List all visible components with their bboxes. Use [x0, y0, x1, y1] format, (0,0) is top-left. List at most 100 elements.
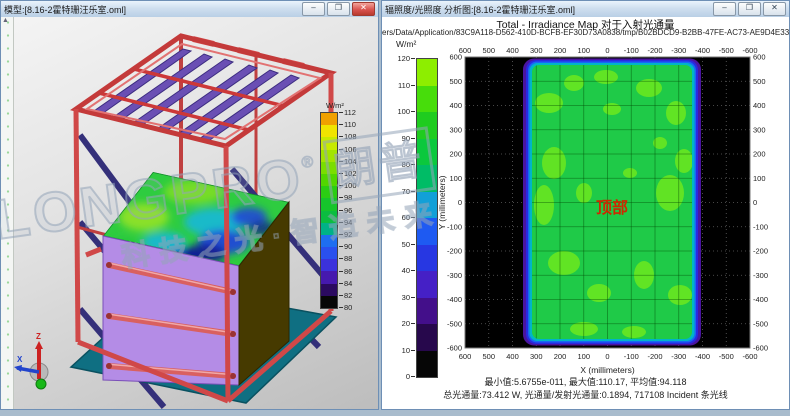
x-tick-top: -400	[695, 46, 710, 55]
y-tick-left: -600	[447, 344, 462, 353]
colorbar-tick	[339, 185, 343, 186]
y-tick-right: -200	[753, 247, 768, 256]
collapse-arrow-icon[interactable]: ▲	[2, 17, 9, 24]
colorbar-tick-label: 80	[344, 303, 352, 312]
colorbar-tick-label: 110	[344, 120, 356, 129]
colorbar-tick	[411, 297, 415, 298]
x-tick-bottom: -500	[719, 352, 734, 361]
colorbar-tick	[411, 85, 415, 86]
colorbar-tick	[339, 258, 343, 259]
x-tick-top: -300	[671, 46, 686, 55]
map-window-content: Total - Irradiance Map 对于入射光通量 ers/Data/…	[382, 17, 789, 409]
bright-patch	[546, 99, 562, 111]
bright-patch	[668, 285, 692, 305]
y-tick-right: 400	[753, 101, 766, 110]
y-axis-title: Y (millimeters)	[437, 175, 447, 229]
colorbar-tick-label: 84	[344, 279, 352, 288]
colorbar-segment	[321, 150, 337, 162]
x-tick-bottom: 200	[554, 352, 567, 361]
y-tick-right: 200	[753, 150, 766, 159]
y-tick-left: 100	[449, 174, 462, 183]
y-tick-left: 0	[458, 198, 462, 207]
colorbar-tick-label: 70	[394, 187, 410, 196]
irradiance-plot: 顶部60060050050040040030030020020010010000…	[434, 43, 789, 388]
y-tick-left: 300	[449, 125, 462, 134]
restore-button[interactable]: ❐	[738, 2, 761, 16]
x-tick-top: 200	[554, 46, 567, 55]
colorbar-tick-label: 82	[344, 291, 352, 300]
colorbar-segment	[321, 162, 337, 174]
colorbar-tick	[411, 244, 415, 245]
bright-patch	[548, 251, 580, 275]
minimize-button[interactable]: –	[713, 2, 736, 16]
close-button[interactable]: ✕	[352, 2, 375, 16]
colorbar-tick-label: 104	[344, 157, 357, 166]
colorbar-tick	[411, 111, 415, 112]
bright-patch	[636, 79, 662, 97]
model-tree-strip[interactable]: ▲	[1, 17, 14, 409]
colorbar-tick	[339, 136, 343, 137]
y-tick-right: 500	[753, 77, 766, 86]
colorbar-segment	[321, 259, 337, 271]
colorbar-tick-label: 96	[344, 206, 352, 215]
colorbar-tick	[339, 271, 343, 272]
model-3d-viewport[interactable]: Z X W/m² 1121101081061041021009896949290…	[14, 17, 378, 409]
colorbar-tick-label: 90	[394, 134, 410, 143]
colorbar-tick	[339, 161, 343, 162]
colorbar-tick-label: 80	[394, 160, 410, 169]
y-tick-right: -600	[753, 344, 768, 353]
colorbar-tick	[411, 58, 415, 59]
map-annotation: 顶部	[596, 198, 628, 217]
x-axis-label: X	[17, 355, 23, 364]
y-tick-right: 300	[753, 125, 766, 134]
colorbar-tick-label: 50	[394, 240, 410, 249]
colorbar-tick	[339, 197, 343, 198]
x-tick-bottom: -600	[742, 352, 757, 361]
x-tick-bottom: 100	[577, 352, 590, 361]
y-tick-left: -500	[447, 319, 462, 328]
bright-patch	[603, 103, 621, 115]
colorbar-tick-label: 10	[394, 346, 410, 355]
colorbar-tick	[339, 173, 343, 174]
colorbar-tick-label: 88	[344, 254, 352, 263]
y-tick-right: -400	[753, 295, 768, 304]
y-tick-left: -400	[447, 295, 462, 304]
model-window-titlebar[interactable]: 模型:[8.16-2霍特珊汪乐室.oml] – ❐ ✕	[1, 1, 378, 18]
map-window-titlebar[interactable]: 辐照度/光照度 分析图:[8.16-2霍特珊汪乐室.oml] – ❐ ✕	[382, 1, 789, 18]
x-tick-bottom: 500	[482, 352, 495, 361]
colorbar-segment	[321, 137, 337, 149]
minimize-button[interactable]: –	[302, 2, 325, 16]
x-tick-top: -100	[624, 46, 639, 55]
colorbar-tick	[411, 191, 415, 192]
colorbar-tick-label: 94	[344, 218, 352, 227]
colorbar-tick-label: 112	[344, 108, 356, 117]
colorbar-tick-label: 90	[344, 242, 352, 251]
colorbar-tick	[339, 234, 343, 235]
colorbar-segment	[321, 198, 337, 210]
x-tick-top: 100	[577, 46, 590, 55]
colorbar-tick	[411, 323, 415, 324]
y-tick-right: -500	[753, 319, 768, 328]
colorbar-tick-label: 30	[394, 293, 410, 302]
bright-patch	[623, 168, 637, 178]
colorbar-tick-label: 110	[394, 81, 410, 90]
colorbar-segment	[321, 174, 337, 186]
lamp-frame-top	[76, 36, 331, 146]
bright-patch	[564, 75, 584, 91]
lamp-tubes	[91, 49, 299, 142]
colorbar-unit: W/m²	[396, 39, 416, 49]
colorbar-tick	[411, 164, 415, 165]
colorbar-tick-label: 106	[344, 145, 357, 154]
colorbar-tick	[339, 283, 343, 284]
colorbar-tick-label: 102	[344, 169, 357, 178]
colorbar-tick-label: 120	[394, 54, 410, 63]
colorbar-segment	[321, 186, 337, 198]
x-tick-top: 500	[482, 46, 495, 55]
close-button[interactable]: ✕	[763, 2, 786, 16]
test-box	[103, 172, 289, 385]
x-tick-top: 0	[605, 46, 609, 55]
model-window-title: 模型:[8.16-2霍特珊汪乐室.oml]	[4, 3, 302, 16]
restore-button[interactable]: ❐	[327, 2, 350, 16]
x-tick-bottom: -200	[647, 352, 662, 361]
colorbar-tick-label: 60	[394, 213, 410, 222]
